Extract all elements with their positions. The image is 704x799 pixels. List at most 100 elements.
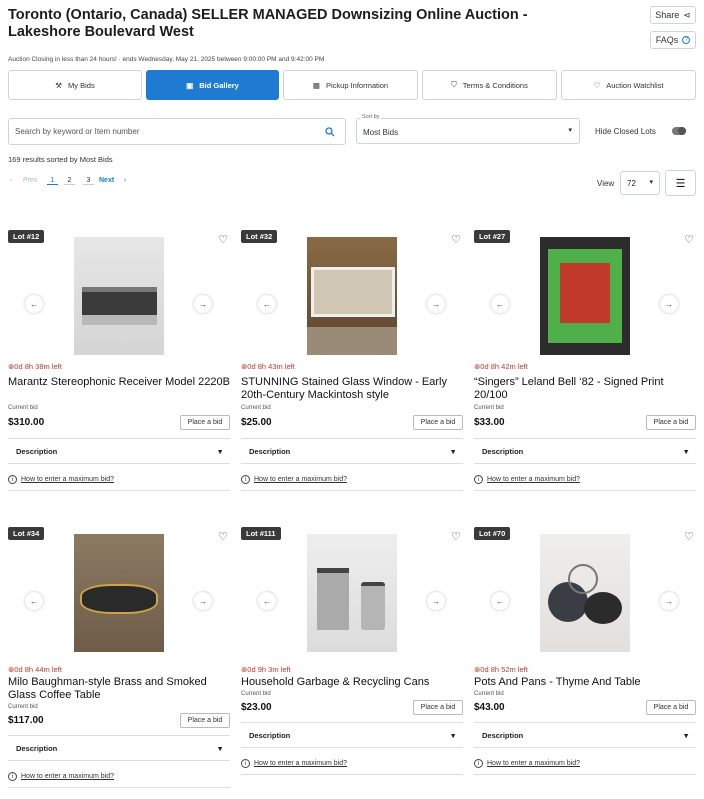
- tab-pickup-information[interactable]: ▦ Pickup Information: [283, 70, 418, 100]
- lot-card[interactable]: Lot #34 ♡ ← → ⊗0d 8h 44m left Milo Baugh…: [8, 527, 230, 797]
- lot-image[interactable]: [540, 534, 630, 652]
- howto-text: How to enter a maximum bid?: [21, 476, 114, 483]
- description-label: Description: [249, 446, 291, 456]
- description-label: Description: [482, 730, 524, 740]
- results-count: 169 results sorted by Most Bids: [8, 155, 113, 164]
- lot-card[interactable]: Lot #32 ♡ ← → ⊗0d 8h 43m left STUNNING S…: [241, 230, 463, 500]
- arrow-left-icon[interactable]: ←: [491, 295, 509, 313]
- lot-image[interactable]: [307, 534, 397, 652]
- calendar-icon: ▦: [312, 80, 320, 90]
- place-bid-button[interactable]: Place a bid: [646, 415, 696, 430]
- howto-link[interactable]: i How to enter a maximum bid?: [474, 475, 696, 491]
- description-label: Description: [249, 730, 291, 740]
- current-bid-price: $33.00: [474, 417, 505, 428]
- info-icon: i: [474, 759, 483, 768]
- share-label: Share: [655, 10, 680, 20]
- current-bid-price: $23.00: [241, 702, 272, 713]
- lot-number: Lot #34: [8, 527, 45, 540]
- lot-image[interactable]: [540, 237, 630, 355]
- tab-label: Auction Watchlist: [606, 80, 664, 90]
- lot-title[interactable]: Marantz Stereophonic Receiver Model 2220…: [8, 376, 230, 389]
- description-toggle[interactable]: Description ▾: [474, 722, 696, 748]
- share-button[interactable]: Share ⋖: [650, 6, 696, 24]
- lot-title[interactable]: Household Garbage & Recycling Cans: [241, 676, 463, 689]
- view-count-select[interactable]: 72 ▾: [620, 171, 660, 195]
- list-icon: ☰: [675, 177, 686, 190]
- arrow-left-icon[interactable]: ←: [258, 295, 276, 313]
- lot-image[interactable]: [74, 534, 164, 652]
- heart-icon[interactable]: ♡: [684, 530, 694, 543]
- prev-page-link[interactable]: Prev: [23, 177, 37, 184]
- list-view-button[interactable]: ☰: [665, 170, 696, 196]
- time-left-text: 0d 8h 43m left: [247, 362, 295, 371]
- heart-icon[interactable]: ♡: [218, 233, 228, 246]
- lot-card[interactable]: Lot #12 ♡ ← → ⊗0d 8h 38m left Marantz St…: [8, 230, 230, 500]
- tab-label: Pickup Information: [325, 80, 389, 90]
- place-bid-button[interactable]: Place a bid: [180, 415, 230, 430]
- arrow-right-icon[interactable]: →: [660, 592, 678, 610]
- arrow-right-icon[interactable]: →: [427, 295, 445, 313]
- howto-link[interactable]: i How to enter a maximum bid?: [241, 759, 463, 775]
- tab-bid-gallery[interactable]: ▣ Bid Gallery: [146, 70, 279, 100]
- faqs-button[interactable]: FAQs ?: [650, 31, 696, 49]
- place-bid-button[interactable]: Place a bid: [413, 415, 463, 430]
- arrow-left-icon[interactable]: ←: [258, 592, 276, 610]
- arrow-left-icon[interactable]: ←: [25, 295, 43, 313]
- info-icon: i: [474, 475, 483, 484]
- search-icon[interactable]: [325, 127, 335, 137]
- time-left-text: 0d 9h 3m left: [247, 665, 291, 674]
- lot-image[interactable]: [74, 237, 164, 355]
- current-bid-label: Current bid: [241, 691, 271, 697]
- tab-terms-conditions[interactable]: ⛉ Terms & Conditions: [422, 70, 557, 100]
- description-toggle[interactable]: Description ▾: [8, 438, 230, 464]
- arrow-left-icon[interactable]: ←: [25, 592, 43, 610]
- time-left-text: 0d 8h 52m left: [480, 665, 528, 674]
- lot-number: Lot #70: [474, 527, 511, 540]
- heart-icon[interactable]: ♡: [218, 530, 228, 543]
- lot-title[interactable]: Pots And Pans - Thyme And Table: [474, 676, 696, 689]
- tab-my-bids[interactable]: ⚒ My Bids: [8, 70, 142, 100]
- search-placeholder: Search by keyword or Item number: [15, 127, 140, 136]
- chevron-down-icon: ▾: [684, 446, 688, 456]
- time-left-text: 0d 8h 44m left: [14, 665, 62, 674]
- heart-icon[interactable]: ♡: [451, 233, 461, 246]
- arrow-right-icon[interactable]: →: [194, 592, 212, 610]
- lot-title[interactable]: “Singers” Leland Bell ‘82 - Signed Print…: [474, 376, 696, 401]
- arrow-left-icon[interactable]: ←: [491, 592, 509, 610]
- search-input[interactable]: Search by keyword or Item number: [8, 118, 346, 145]
- page-1-link[interactable]: 1: [47, 177, 58, 185]
- description-toggle[interactable]: Description ▾: [474, 438, 696, 464]
- place-bid-button[interactable]: Place a bid: [413, 700, 463, 715]
- place-bid-button[interactable]: Place a bid: [646, 700, 696, 715]
- view-value: 72: [627, 179, 636, 188]
- lot-title[interactable]: STUNNING Stained Glass Window - Early 20…: [241, 376, 463, 401]
- description-toggle[interactable]: Description ▾: [241, 722, 463, 748]
- lot-card[interactable]: Lot #27 ♡ ← → ⊗0d 8h 42m left “Singers” …: [474, 230, 696, 500]
- description-toggle[interactable]: Description ▾: [241, 438, 463, 464]
- howto-link[interactable]: i How to enter a maximum bid?: [241, 475, 463, 491]
- help-icon: ?: [682, 36, 691, 44]
- lot-title[interactable]: Milo Baughman-style Brass and Smoked Gla…: [8, 676, 230, 701]
- next-page-link[interactable]: Next: [99, 177, 114, 184]
- arrow-right-icon[interactable]: →: [427, 592, 445, 610]
- page-title: Toronto (Ontario, Canada) SELLER MANAGED…: [8, 7, 528, 40]
- arrow-right-icon[interactable]: →: [194, 295, 212, 313]
- lot-card[interactable]: Lot #70 ♡ ← → ⊗0d 8h 52m left Pots And P…: [474, 527, 696, 787]
- place-bid-button[interactable]: Place a bid: [180, 713, 230, 728]
- lot-card[interactable]: Lot #111 ♡ ← → ⊗0d 9h 3m left Household …: [241, 527, 463, 787]
- page-3-link[interactable]: 3: [83, 177, 94, 185]
- chevron-down-icon: ▾: [451, 446, 455, 456]
- howto-link[interactable]: i How to enter a maximum bid?: [8, 475, 230, 491]
- arrow-right-icon[interactable]: →: [660, 295, 678, 313]
- heart-icon[interactable]: ♡: [684, 233, 694, 246]
- sort-select[interactable]: Most Bids ▾: [356, 118, 580, 144]
- page-2-link[interactable]: 2: [64, 177, 75, 185]
- howto-link[interactable]: i How to enter a maximum bid?: [8, 772, 230, 788]
- howto-link[interactable]: i How to enter a maximum bid?: [474, 759, 696, 775]
- description-toggle[interactable]: Description ▾: [8, 735, 230, 761]
- hide-closed-toggle[interactable]: [672, 127, 686, 135]
- heart-icon[interactable]: ♡: [451, 530, 461, 543]
- time-left-text: 0d 8h 38m left: [14, 362, 62, 371]
- tab-auction-watchlist[interactable]: ♡ Auction Watchlist: [561, 70, 696, 100]
- lot-image[interactable]: [307, 237, 397, 355]
